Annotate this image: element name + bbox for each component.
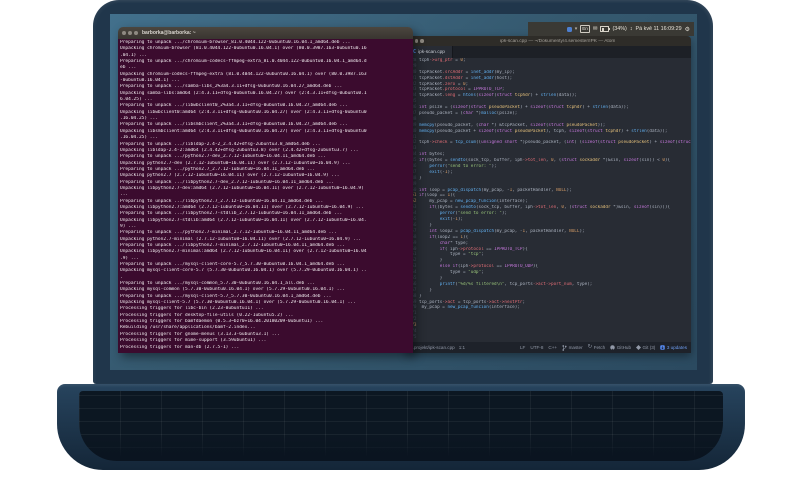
status-item-utf-8[interactable]: UTF-8: [530, 345, 543, 350]
code-editor[interactable]: 528tcph->urg_ptr = 0;529530tcpPacket.src…: [406, 58, 691, 342]
git-icon: [636, 345, 642, 350]
status-item-git-3-[interactable]: Git (3): [636, 345, 655, 350]
terminal-line: Processing triggers for man-db (2.7.5-1)…: [120, 344, 240, 350]
github-icon: [610, 345, 615, 350]
status-item-label: LF: [520, 345, 526, 350]
status-item-master[interactable]: master: [562, 344, 583, 351]
status-bar: 2.projekt/ipk-scan.cpp 1:1 LF UTF-8 C++ mas…: [406, 342, 691, 353]
status-item-label: master: [568, 345, 583, 350]
status-file-path[interactable]: 2.projekt/ipk-scan.cpp: [410, 345, 455, 350]
close-button[interactable]: [122, 31, 126, 35]
top-panel: ▾ En ✉ (34%) ↕ Pá kvě 11 16:09:29 ⚙: [528, 22, 694, 36]
cpp-file-icon: C: [413, 49, 417, 55]
status-item-fetch[interactable]: ↻ Fetch: [587, 344, 606, 350]
tab-ipk-scan[interactable]: C ipk-scan.cpp: [406, 46, 453, 58]
status-left: 2.projekt/ipk-scan.cpp 1:1: [410, 345, 465, 350]
battery-icon[interactable]: [600, 26, 610, 32]
keyboard-layout-indicator[interactable]: En: [580, 25, 590, 33]
terminal-title: barborka@barborka: ~: [142, 30, 196, 36]
status-item-c-[interactable]: C++: [548, 345, 557, 350]
tab-label: ipk-scan.cpp: [418, 49, 445, 55]
network-arrows-icon[interactable]: ↕: [630, 26, 633, 32]
atom-titlebar[interactable]: ipk-scan.cpp — ~/Dokumenty/4.semester/IP…: [406, 36, 691, 46]
status-item-3-updates[interactable]: 3 updates: [660, 345, 687, 350]
status-item-label: UTF-8: [530, 345, 544, 350]
update-icon: [660, 345, 666, 350]
code-line[interactable]: 575: [406, 335, 691, 341]
sync-icon: ↻: [587, 344, 593, 350]
window-controls: [122, 31, 138, 35]
chevron-down-icon[interactable]: ▾: [575, 26, 578, 32]
desktop: ▾ En ✉ (34%) ↕ Pá kvě 11 16:09:29 ⚙ barb…: [110, 14, 697, 370]
laptop-screen-shell: ▾ En ✉ (34%) ↕ Pá kvě 11 16:09:29 ⚙ barb…: [93, 0, 713, 384]
tab-bar: C ipk-scan.cpp: [406, 46, 691, 58]
status-item-label: 3 updates: [666, 345, 687, 350]
laptop-keyboard: [79, 391, 723, 461]
laptop-mockup: ▾ En ✉ (34%) ↕ Pá kvě 11 16:09:29 ⚙ barb…: [0, 0, 800, 477]
atom-window[interactable]: ipk-scan.cpp — ~/Dokumenty/4.semester/IP…: [406, 36, 691, 353]
status-item-label: C++: [548, 345, 558, 350]
atom-window-title: ipk-scan.cpp — ~/Dokumenty/4.semester/IP…: [500, 38, 616, 44]
status-item-label: Git (3): [642, 345, 656, 350]
maximize-button[interactable]: [134, 31, 138, 35]
terminal-output[interactable]: Preparing to unpack .../chromium-browser…: [118, 39, 413, 353]
maximize-button[interactable]: [420, 39, 424, 43]
status-item-lf[interactable]: LF: [520, 345, 525, 350]
branch-icon: [562, 344, 567, 351]
status-item-label: GitHub: [616, 345, 632, 350]
mail-icon[interactable]: ✉: [593, 26, 598, 32]
session-gear-icon[interactable]: ⚙: [685, 26, 690, 33]
laptop-base: [57, 384, 745, 470]
status-cursor-position[interactable]: 1:1: [459, 345, 465, 350]
minimize-button[interactable]: [128, 31, 132, 35]
input-method-icon[interactable]: [566, 26, 572, 32]
status-item-github[interactable]: GitHub: [610, 345, 631, 350]
minimize-button[interactable]: [414, 39, 418, 43]
clock[interactable]: Pá kvě 11 16:09:29: [636, 26, 682, 32]
battery-percentage: (34%): [612, 26, 627, 32]
terminal-window[interactable]: barborka@barborka: ~ Preparing to unpack…: [118, 27, 413, 353]
terminal-titlebar[interactable]: barborka@barborka: ~: [118, 27, 413, 39]
status-right: LF UTF-8 C++ master ↻ Fetch GitHub Git (3) 3 upd…: [520, 344, 687, 351]
status-item-label: Fetch: [593, 345, 606, 350]
